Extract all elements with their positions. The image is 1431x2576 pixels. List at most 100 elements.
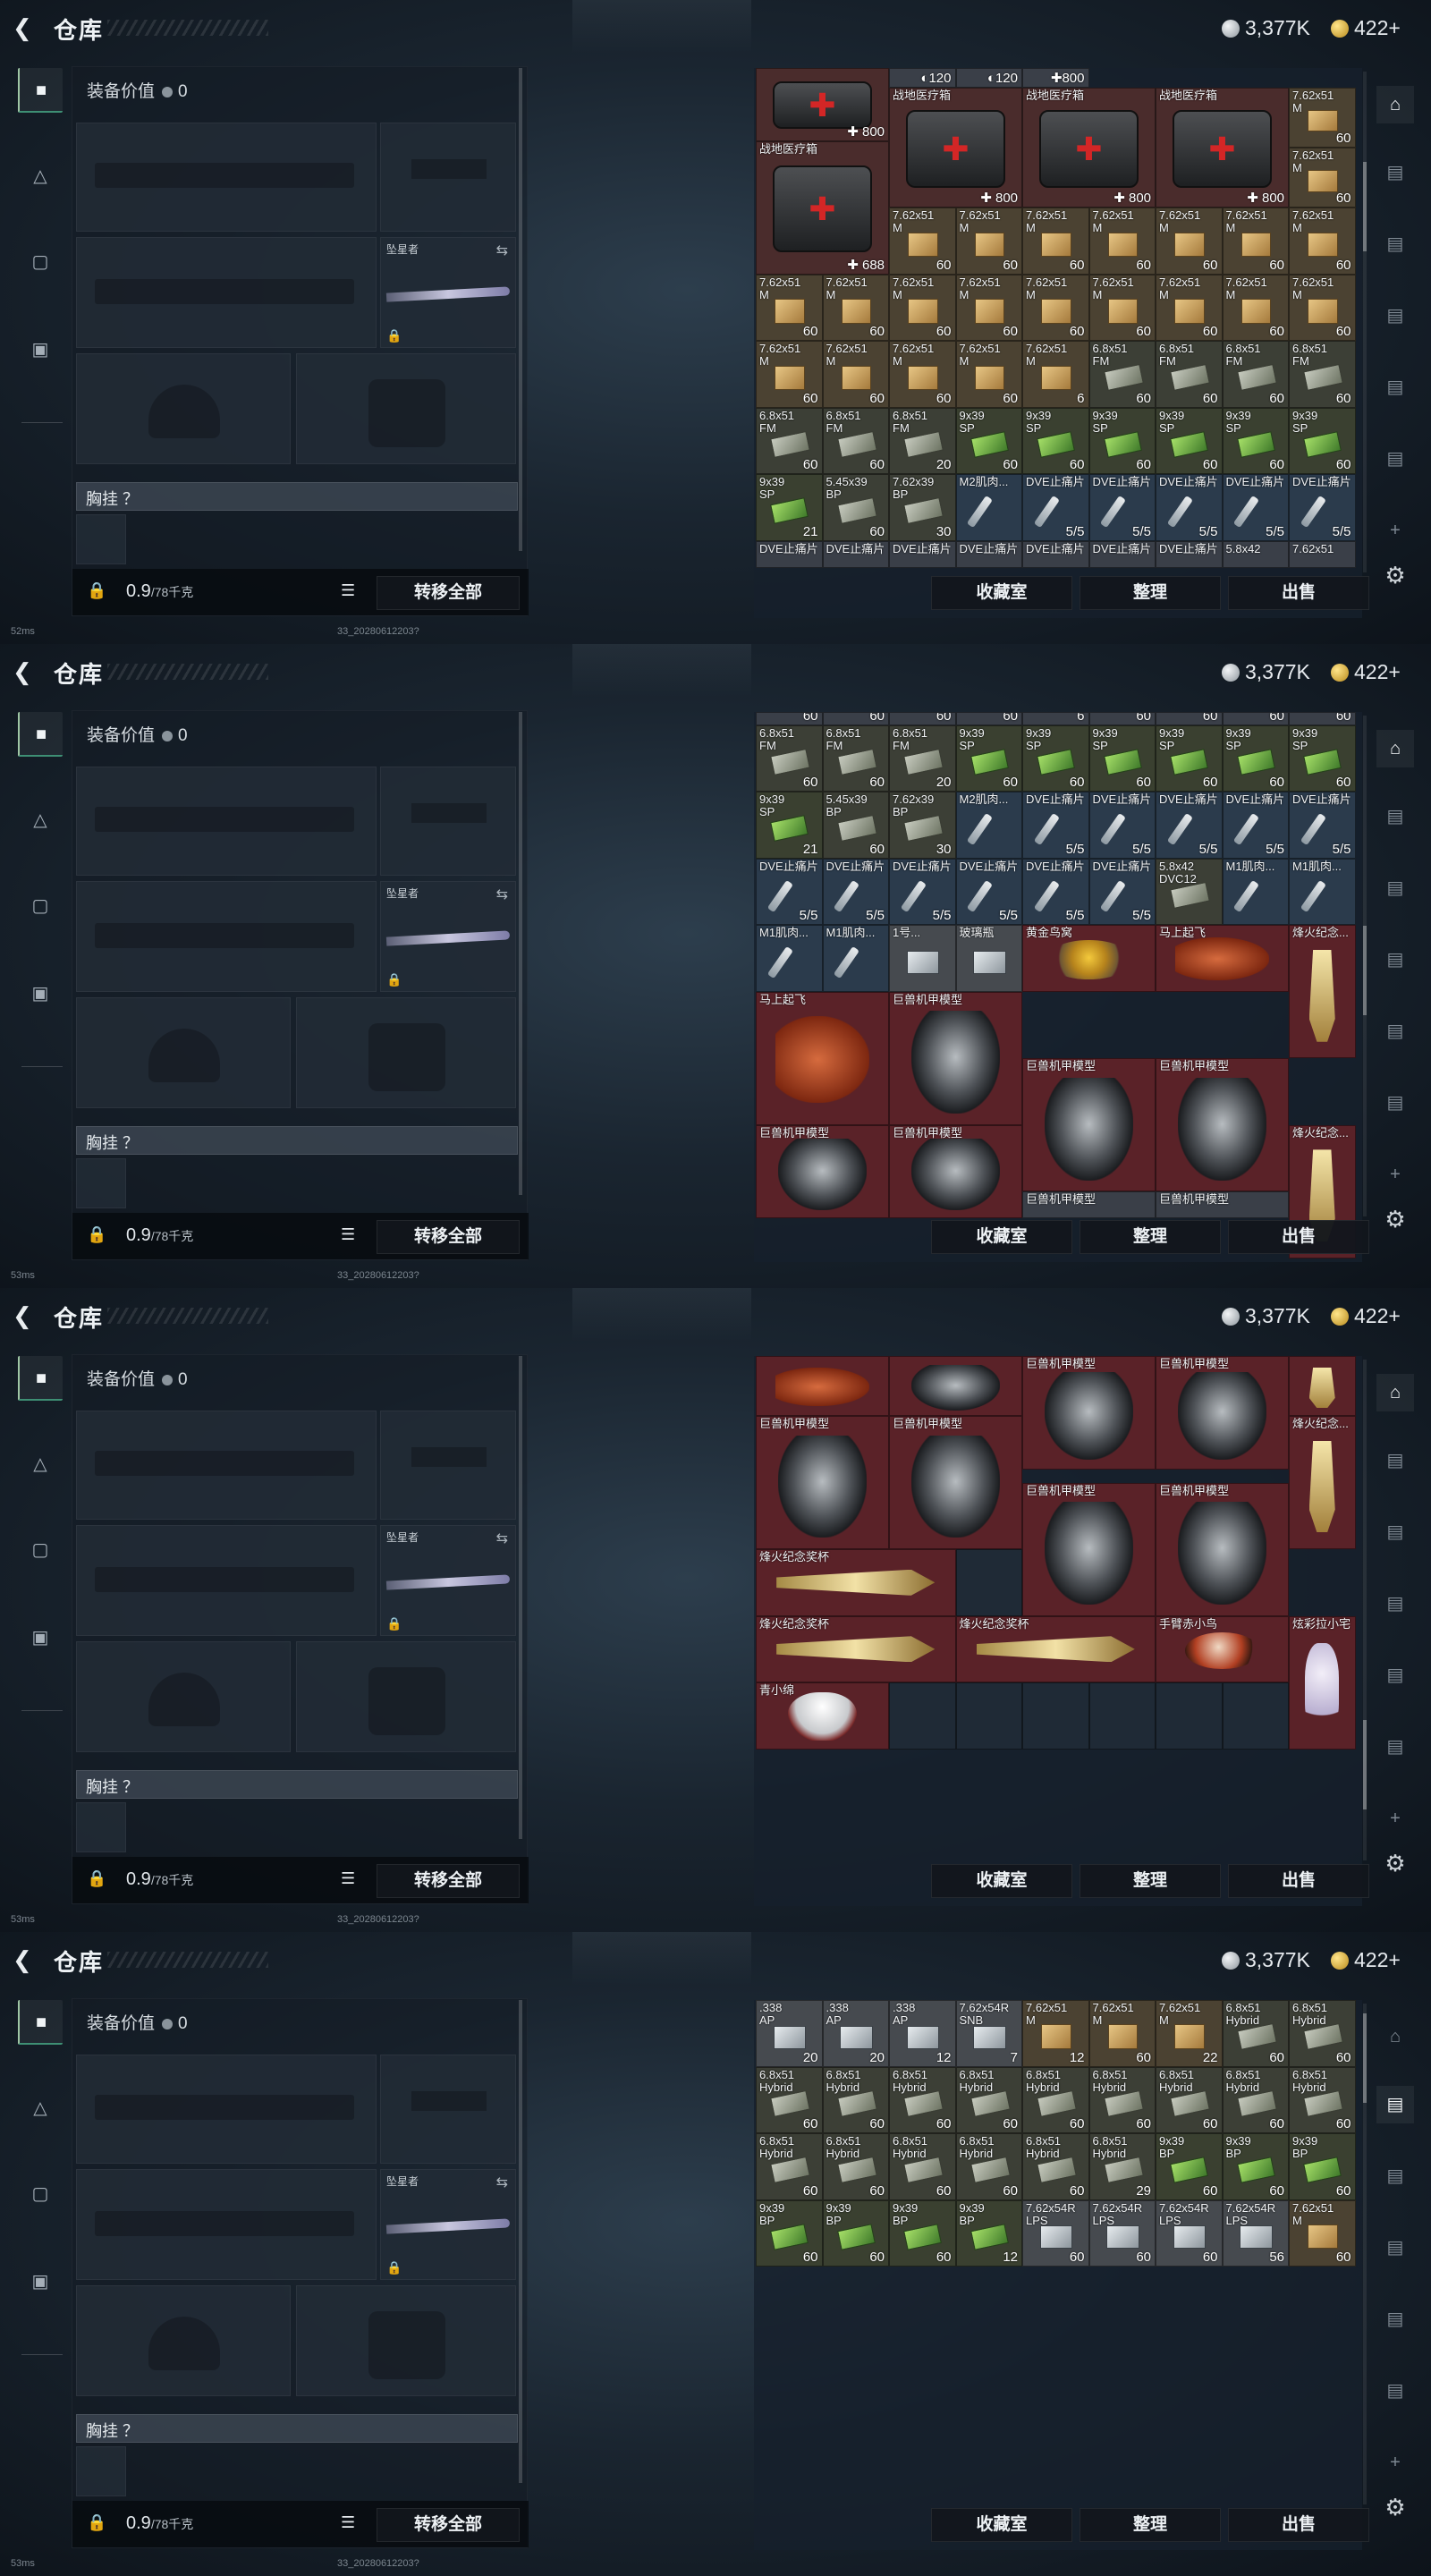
storage-item[interactable]: 巨兽机甲模型 <box>889 991 1022 1125</box>
storage-page-4-icon[interactable]: ▤ <box>1376 1585 1414 1623</box>
chest-rig-slot[interactable] <box>76 1158 126 1208</box>
storage-item[interactable]: 5.45x39 BP 60 <box>822 792 889 859</box>
storage-item[interactable]: 5.45x39 BP 60 <box>822 474 889 541</box>
rail-armor-icon[interactable]: △ <box>18 154 63 199</box>
storage-item[interactable]: 巨兽机甲模型 <box>1156 1482 1289 1616</box>
armor-slot[interactable] <box>296 353 516 464</box>
helmet-slot[interactable] <box>76 2285 291 2396</box>
back-arrow-icon[interactable]: ❮ <box>13 1303 38 1328</box>
swap-icon[interactable]: ⇆ <box>496 1530 508 1547</box>
storage-page-4-icon[interactable]: ▤ <box>1376 297 1414 335</box>
storage-item[interactable]: 7.62x51 M 60 <box>822 274 889 342</box>
storage-item[interactable]: 烽火纪念... <box>1289 925 1356 1059</box>
back-arrow-icon[interactable]: ❮ <box>13 1947 38 1972</box>
storage-item[interactable]: 7.62x51 M 60 <box>1022 274 1089 342</box>
storage-item[interactable]: 6.8x51 FM 60 <box>1222 341 1289 408</box>
storage-item[interactable]: 60 <box>756 712 823 725</box>
sort-button[interactable]: 整理 <box>1080 576 1221 610</box>
storage-item[interactable]: 6.8x51 Hybrid 60 <box>1156 2066 1223 2133</box>
storage-item[interactable]: 5.8x42 DVC12 <box>1156 858 1223 926</box>
storage-item[interactable]: 9x39 SP 60 <box>1289 724 1356 792</box>
storage-page-2-icon[interactable]: ▤ <box>1376 798 1414 835</box>
primary-weapon-slot[interactable] <box>76 1411 377 1520</box>
storage-page-5-icon[interactable]: ▤ <box>1376 369 1414 406</box>
storage-page-5-icon[interactable]: ▤ <box>1376 1657 1414 1694</box>
rail-backpack-icon[interactable]: ▢ <box>18 240 63 284</box>
storage-item[interactable]: M1肌肉... <box>756 925 823 992</box>
helmet-slot[interactable] <box>76 997 291 1108</box>
storage-page-2-icon[interactable]: ▤ <box>1376 1442 1414 1479</box>
storage-item[interactable]: 9x39 BP 60 <box>756 2199 823 2267</box>
storage-item[interactable]: 5.8x42 <box>1222 540 1289 568</box>
settings-gear-icon[interactable]: ⚙ <box>1376 2488 1414 2526</box>
sell-button[interactable]: 出售 <box>1228 2508 1369 2542</box>
storage-item[interactable]: 6.8x51 FM 60 <box>1088 341 1156 408</box>
silver-currency[interactable]: 3,377K <box>1222 1948 1310 1971</box>
storage-item[interactable]: 7.62x51 M 60 <box>955 208 1022 275</box>
back-arrow-icon[interactable]: ❮ <box>13 15 38 40</box>
storage-item[interactable]: 6 <box>1022 712 1089 725</box>
storage-item[interactable]: 手臂赤小鸟 <box>1156 1615 1289 1683</box>
secondary-weapon-slot[interactable] <box>76 237 377 348</box>
favorites-button[interactable]: 收藏室 <box>931 576 1072 610</box>
storage-page-3-icon[interactable]: ▤ <box>1376 2157 1414 2195</box>
storage-item[interactable]: DVE止痛片 <box>955 540 1022 568</box>
storage-item[interactable]: DVE止痛片 5/5 <box>1022 792 1089 859</box>
storage-item[interactable]: M1肌肉... <box>822 925 889 992</box>
transfer-all-button[interactable]: 转移全部 <box>377 1220 520 1254</box>
melee-slot[interactable]: 坠星者 ⇆ 🔒 <box>380 2169 516 2280</box>
storage-page-6-icon[interactable]: ▤ <box>1376 2372 1414 2410</box>
storage-item[interactable] <box>756 1356 889 1417</box>
storage-item[interactable]: DVE止痛片 5/5 <box>1222 474 1289 541</box>
storage-page-2-icon[interactable]: ▤ <box>1376 2086 1414 2123</box>
storage-page-3-icon[interactable]: ▤ <box>1376 1513 1414 1551</box>
storage-page-5-icon[interactable]: ▤ <box>1376 2301 1414 2338</box>
storage-item[interactable]: 6.8x51 FM 20 <box>889 407 956 475</box>
storage-item[interactable]: 玻璃瓶 <box>955 925 1022 992</box>
storage-item[interactable]: 6.8x51 FM 60 <box>1289 341 1356 408</box>
storage-item[interactable]: 7.62x51 M 60 <box>955 274 1022 342</box>
storage-item[interactable]: DVE止痛片 5/5 <box>822 858 889 926</box>
storage-item[interactable]: 6.8x51 Hybrid 60 <box>1088 2066 1156 2133</box>
storage-item[interactable]: 7.62x51 M 60 <box>955 341 1022 408</box>
storage-item[interactable] <box>889 1356 1022 1417</box>
storage-item[interactable]: 6.8x51 Hybrid 60 <box>822 2066 889 2133</box>
storage-item[interactable]: 7.62x54R SNB 7 <box>955 2000 1022 2067</box>
storage-scrollbar[interactable] <box>1363 72 1367 572</box>
storage-item[interactable]: 7.62x51 M 60 <box>1088 274 1156 342</box>
storage-page-3-icon[interactable]: ▤ <box>1376 225 1414 263</box>
storage-item[interactable]: 7.62x51 M 60 <box>822 341 889 408</box>
chest-rig-header[interactable]: 胸挂 ？ <box>76 1126 518 1155</box>
storage-item[interactable]: 9x39 SP 60 <box>1022 407 1089 475</box>
chest-rig-slot[interactable] <box>76 1802 126 1852</box>
storage-item[interactable]: 巨兽机甲模型 <box>1022 1482 1156 1616</box>
storage-item[interactable]: 巨兽机甲模型 <box>889 1416 1022 1550</box>
primary-weapon-slot[interactable] <box>76 123 377 232</box>
storage-item[interactable]: 9x39 SP 60 <box>955 407 1022 475</box>
storage-item[interactable]: M1肌肉... <box>1222 858 1289 926</box>
gold-currency[interactable]: 422+ <box>1331 660 1401 683</box>
rail-armor-icon[interactable]: △ <box>18 2086 63 2131</box>
storage-item[interactable]: 9x39 BP 60 <box>889 2199 956 2267</box>
storage-item[interactable]: 6.8x51 Hybrid 60 <box>756 2133 823 2200</box>
storage-item[interactable]: 7.62x51 M 60 <box>889 274 956 342</box>
storage-item[interactable] <box>1289 1356 1356 1417</box>
silver-currency[interactable]: 3,377K <box>1222 660 1310 683</box>
add-page-icon[interactable]: + <box>1376 1800 1414 1837</box>
storage-item[interactable]: 7.62x54R LPS 56 <box>1222 2199 1289 2267</box>
storage-scrollbar[interactable] <box>1363 1360 1367 1860</box>
storage-item[interactable]: DVE止痛片 5/5 <box>1022 474 1089 541</box>
rail-weapons-icon[interactable]: ■ <box>18 2000 63 2045</box>
storage-item[interactable]: 7.62x51 M 60 <box>1289 208 1356 275</box>
storage-item[interactable]: 7.62x51 M 60 <box>1222 274 1289 342</box>
rail-weapons-icon[interactable]: ■ <box>18 1356 63 1401</box>
sidearm-slot[interactable] <box>380 2055 516 2164</box>
storage-item[interactable]: 马上起飞 <box>756 991 889 1125</box>
storage-home-icon[interactable]: ⌂ <box>1376 86 1414 123</box>
storage-item[interactable]: 6.8x51 Hybrid 60 <box>955 2133 1022 2200</box>
storage-item[interactable]: DVE止痛片 5/5 <box>1088 858 1156 926</box>
add-page-icon[interactable]: + <box>1376 1156 1414 1193</box>
storage-item[interactable]: 7.62x51 M 60 <box>756 274 823 342</box>
storage-item[interactable]: DVE止痛片 5/5 <box>1289 792 1356 859</box>
storage-item[interactable]: 9x39 BP 60 <box>1222 2133 1289 2200</box>
